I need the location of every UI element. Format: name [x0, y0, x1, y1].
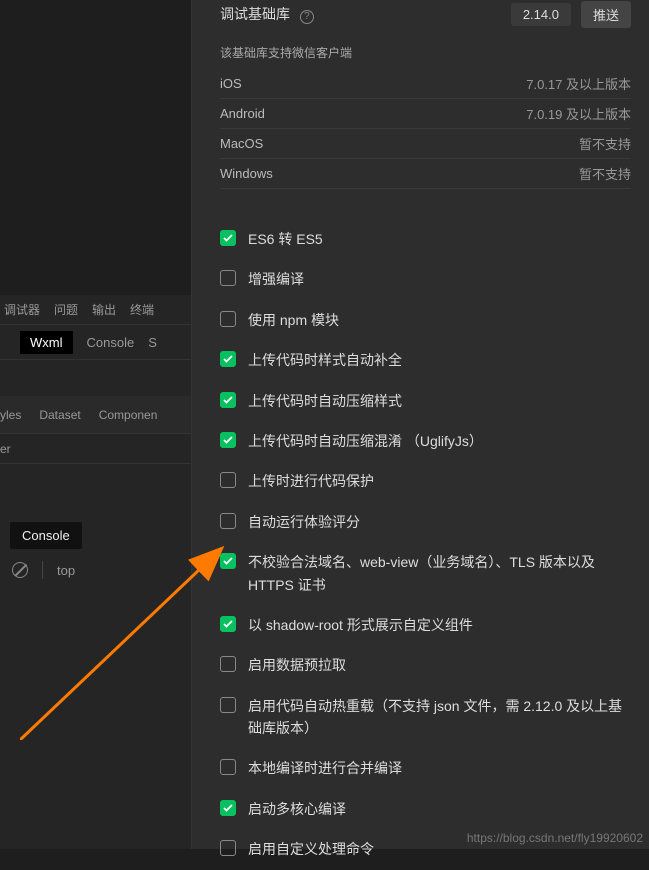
- left-devtools-panel: 调试器 问题 输出 终端 Wxml Console S yles Dataset…: [0, 0, 192, 849]
- option-label: 使用 npm 模块: [248, 309, 339, 331]
- base-lib-row: 调试基础库 ? 2.14.0 推送: [220, 2, 631, 26]
- option-row: 启用代码自动热重载（不支持 json 文件，需 2.12.0 及以上基础库版本）: [220, 686, 631, 749]
- option-label: 上传代码时样式自动补全: [248, 349, 402, 371]
- os-version: 暂不支持: [579, 164, 631, 183]
- option-row: 以 shadow-root 形式展示自定义组件: [220, 605, 631, 645]
- option-label: 不校验合法域名、web-view（业务域名）、TLS 版本以及 HTTPS 证书: [248, 551, 631, 596]
- option-row: 上传时进行代码保护: [220, 461, 631, 501]
- support-row: Android7.0.19 及以上版本: [220, 99, 631, 129]
- option-row: 上传代码时样式自动补全: [220, 340, 631, 380]
- info-icon[interactable]: ?: [300, 10, 314, 24]
- option-checkbox[interactable]: [220, 432, 236, 448]
- option-checkbox[interactable]: [220, 392, 236, 408]
- base-lib-label: 调试基础库 ?: [220, 4, 511, 24]
- support-row: iOS7.0.17 及以上版本: [220, 69, 631, 99]
- os-name: iOS: [220, 76, 526, 91]
- support-clients-label: 该基础库支持微信客户端: [220, 44, 631, 61]
- os-version: 7.0.17 及以上版本: [526, 74, 631, 93]
- option-label: 启动多核心编译: [248, 798, 346, 820]
- console-toolbar: top: [0, 553, 191, 587]
- tab-terminal[interactable]: 终端: [130, 301, 154, 318]
- option-checkbox[interactable]: [220, 270, 236, 286]
- console-drawer: Console: [0, 514, 191, 549]
- option-label: 自动运行体验评分: [248, 511, 360, 533]
- tab-debugger[interactable]: 调试器: [4, 301, 40, 318]
- os-name: Android: [220, 106, 526, 121]
- option-label: 上传代码时自动压缩混淆 （UglifyJs）: [248, 430, 483, 452]
- tab-dataset[interactable]: Dataset: [39, 408, 80, 422]
- option-row: 本地编译时进行合并编译: [220, 748, 631, 788]
- support-row: MacOS暂不支持: [220, 129, 631, 159]
- option-row: 自动运行体验评分: [220, 502, 631, 542]
- context-selector[interactable]: top: [57, 563, 75, 578]
- base-lib-version-select[interactable]: 2.14.0: [511, 3, 571, 26]
- os-name: MacOS: [220, 136, 579, 151]
- option-checkbox[interactable]: [220, 513, 236, 529]
- devtools-tabbar: Wxml Console S: [0, 325, 191, 360]
- option-label: 上传代码时自动压缩样式: [248, 390, 402, 412]
- option-row: 增强编译: [220, 259, 631, 299]
- option-row: 上传代码时自动压缩混淆 （UglifyJs）: [220, 421, 631, 461]
- option-label: 启用自定义处理命令: [248, 838, 374, 860]
- bottom-tabbar: 调试器 问题 输出 终端: [0, 295, 191, 325]
- support-row: Windows暂不支持: [220, 159, 631, 189]
- tab-wxml[interactable]: Wxml: [20, 331, 73, 354]
- tab-component-partial[interactable]: Componen: [99, 408, 158, 422]
- option-checkbox[interactable]: [220, 472, 236, 488]
- push-button[interactable]: 推送: [581, 1, 631, 28]
- option-row: 使用 npm 模块: [220, 300, 631, 340]
- styles-tabbar: yles Dataset Componen: [0, 396, 191, 434]
- option-checkbox[interactable]: [220, 800, 236, 816]
- tab-sources-partial[interactable]: S: [148, 335, 157, 350]
- tab-output[interactable]: 输出: [92, 301, 116, 318]
- option-checkbox[interactable]: [220, 230, 236, 246]
- compile-options-list: ES6 转 ES5增强编译使用 npm 模块上传代码时样式自动补全上传代码时自动…: [220, 219, 631, 870]
- option-label: 增强编译: [248, 268, 304, 290]
- option-row: 启用数据预拉取: [220, 645, 631, 685]
- option-row: 上传代码时自动压缩样式: [220, 381, 631, 421]
- option-label: 上传时进行代码保护: [248, 470, 374, 492]
- tab-styles-partial[interactable]: yles: [0, 408, 21, 422]
- preview-area: [0, 0, 191, 295]
- console-drawer-tab[interactable]: Console: [10, 522, 82, 549]
- os-version: 7.0.19 及以上版本: [526, 104, 631, 123]
- option-row: 不校验合法域名、web-view（业务域名）、TLS 版本以及 HTTPS 证书: [220, 542, 631, 605]
- os-version: 暂不支持: [579, 134, 631, 153]
- divider: [42, 561, 43, 579]
- option-checkbox[interactable]: [220, 351, 236, 367]
- option-checkbox[interactable]: [220, 656, 236, 672]
- filter-row: er: [0, 434, 191, 464]
- option-checkbox[interactable]: [220, 697, 236, 713]
- option-checkbox[interactable]: [220, 616, 236, 632]
- watermark: https://blog.csdn.net/fly19920602: [467, 831, 643, 845]
- option-row: ES6 转 ES5: [220, 219, 631, 259]
- option-checkbox[interactable]: [220, 759, 236, 775]
- support-table: iOS7.0.17 及以上版本Android7.0.19 及以上版本MacOS暂…: [220, 69, 631, 189]
- option-checkbox[interactable]: [220, 311, 236, 327]
- option-label: 启用代码自动热重载（不支持 json 文件，需 2.12.0 及以上基础库版本）: [248, 695, 631, 740]
- option-checkbox[interactable]: [220, 553, 236, 569]
- option-label: 本地编译时进行合并编译: [248, 757, 402, 779]
- option-checkbox[interactable]: [220, 840, 236, 856]
- settings-panel: 调试基础库 ? 2.14.0 推送 该基础库支持微信客户端 iOS7.0.17 …: [192, 0, 649, 849]
- clear-console-icon[interactable]: [12, 562, 28, 578]
- option-label: 以 shadow-root 形式展示自定义组件: [248, 614, 473, 636]
- tab-problems[interactable]: 问题: [54, 301, 78, 318]
- option-label: ES6 转 ES5: [248, 228, 323, 250]
- option-row: 启动多核心编译: [220, 789, 631, 829]
- option-label: 启用数据预拉取: [248, 654, 346, 676]
- os-name: Windows: [220, 166, 579, 181]
- filter-text-partial: er: [0, 442, 11, 456]
- tab-console[interactable]: Console: [87, 335, 135, 350]
